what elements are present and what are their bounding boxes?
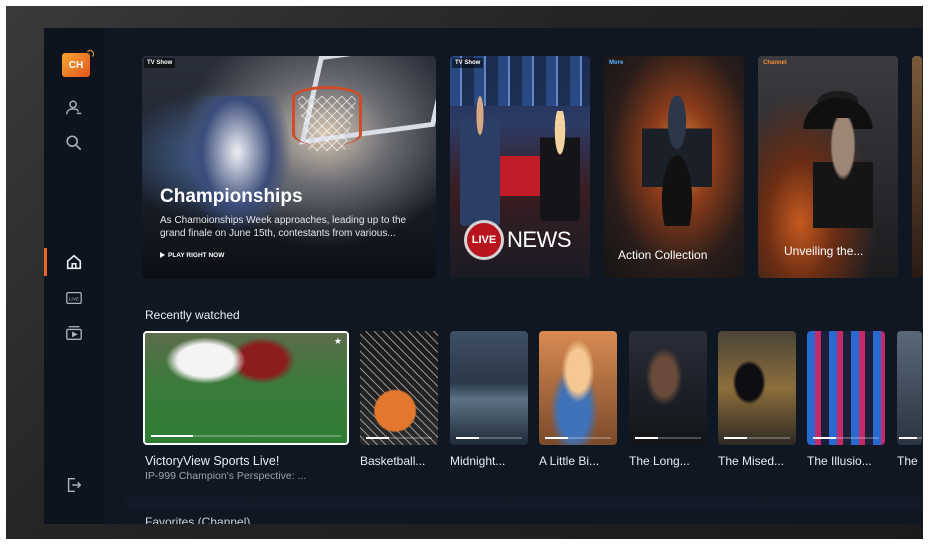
recent-item-label: Midnight... <box>450 454 506 468</box>
recent-item-label: Basketball... <box>360 454 426 468</box>
recent-item-label: The Long... <box>629 454 690 468</box>
tv-screen: CH LIVE TV Show Championships As Chamoio… <box>44 28 922 524</box>
play-label: PLAY RIGHT NOW <box>168 252 225 259</box>
progress-fill <box>366 437 390 439</box>
recent-item-the-mised[interactable] <box>718 331 796 445</box>
progress-bar <box>366 437 432 439</box>
progress-fill <box>813 437 837 439</box>
progress-bar <box>456 437 522 439</box>
recent-item-subtitle: IP-999 Champion's Perspective: ... <box>145 470 307 482</box>
live-badge: LIVE <box>464 220 504 260</box>
channel-logo[interactable]: CH <box>62 50 94 77</box>
motorcycle-rider <box>642 96 712 226</box>
progress-fill <box>724 437 748 439</box>
home-icon[interactable] <box>64 252 84 272</box>
progress-bar <box>151 435 341 437</box>
recent-item-a-little-bit[interactable] <box>539 331 617 445</box>
recent-item-the[interactable] <box>897 331 922 445</box>
play-icon <box>160 252 165 259</box>
card-caption: Unveiling the... <box>784 244 864 258</box>
man-figure <box>813 118 873 228</box>
recent-item-the-illusion[interactable] <box>807 331 885 445</box>
progress-bar <box>724 437 790 439</box>
progress-bar <box>813 437 879 439</box>
anchor-man <box>460 96 500 226</box>
anchor-woman <box>540 111 580 221</box>
progress-fill <box>635 437 659 439</box>
recent-item-label: The Mised... <box>718 454 785 468</box>
card-tag: Channel <box>763 60 787 66</box>
recent-item-basketball[interactable] <box>360 331 438 445</box>
hero-title: Championships <box>160 186 303 207</box>
hero-description: As Chamoionships Week approaches, leadin… <box>160 215 407 239</box>
live-tv-icon[interactable]: LIVE <box>64 288 84 308</box>
recent-item-label: The Illusio... <box>807 454 872 468</box>
active-indicator <box>44 248 47 276</box>
recent-item-label: The <box>897 454 918 468</box>
favorite-star-icon[interactable]: ★ <box>334 336 342 347</box>
user-icon[interactable] <box>64 98 84 118</box>
hero-card-channel[interactable]: Channel Unveiling the... <box>758 56 898 278</box>
progress-bar <box>635 437 701 439</box>
card-caption: Action Collection <box>618 248 708 262</box>
section-title-recently-watched: Recently watched <box>145 308 240 322</box>
progress-bar <box>545 437 611 439</box>
progress-bar <box>899 437 922 439</box>
hero-card-next[interactable] <box>912 56 922 278</box>
progress-fill <box>545 437 569 439</box>
tv-frame: CH LIVE TV Show Championships As Chamoio… <box>6 6 923 539</box>
row-fade <box>124 486 922 508</box>
recent-item-the-long[interactable] <box>629 331 707 445</box>
news-text: NEWS <box>507 227 572 252</box>
progress-fill <box>899 437 918 439</box>
search-icon[interactable] <box>64 133 84 153</box>
hero-card-action-collection[interactable]: More Action Collection <box>604 56 744 278</box>
card-tag: TV Show <box>144 58 176 68</box>
sidebar: CH LIVE <box>44 28 104 524</box>
exit-icon[interactable] <box>64 475 84 495</box>
card-tag: TV Show <box>452 58 484 68</box>
card-tag: More <box>609 60 624 66</box>
progress-fill <box>151 435 193 437</box>
recent-item-label: A Little Bi... <box>539 454 600 468</box>
hero-card-live-news[interactable]: TV Show LIVE NEWS <box>450 56 590 278</box>
hero-card-championships[interactable]: TV Show Championships As Chamoionships W… <box>142 56 436 278</box>
section-title-favorites: Favorites (Channel) <box>145 515 251 524</box>
live-label: LIVE <box>69 297 80 303</box>
live-news-logo: LIVE NEWS <box>464 220 572 260</box>
recent-item-label: VictoryView Sports Live! <box>145 454 280 468</box>
play-now-button[interactable]: PLAY RIGHT NOW <box>160 252 224 259</box>
recent-item-midnight[interactable] <box>450 331 528 445</box>
library-icon[interactable] <box>64 323 84 343</box>
progress-fill <box>456 437 480 439</box>
recent-item-victoryview[interactable]: ★ <box>143 331 349 445</box>
